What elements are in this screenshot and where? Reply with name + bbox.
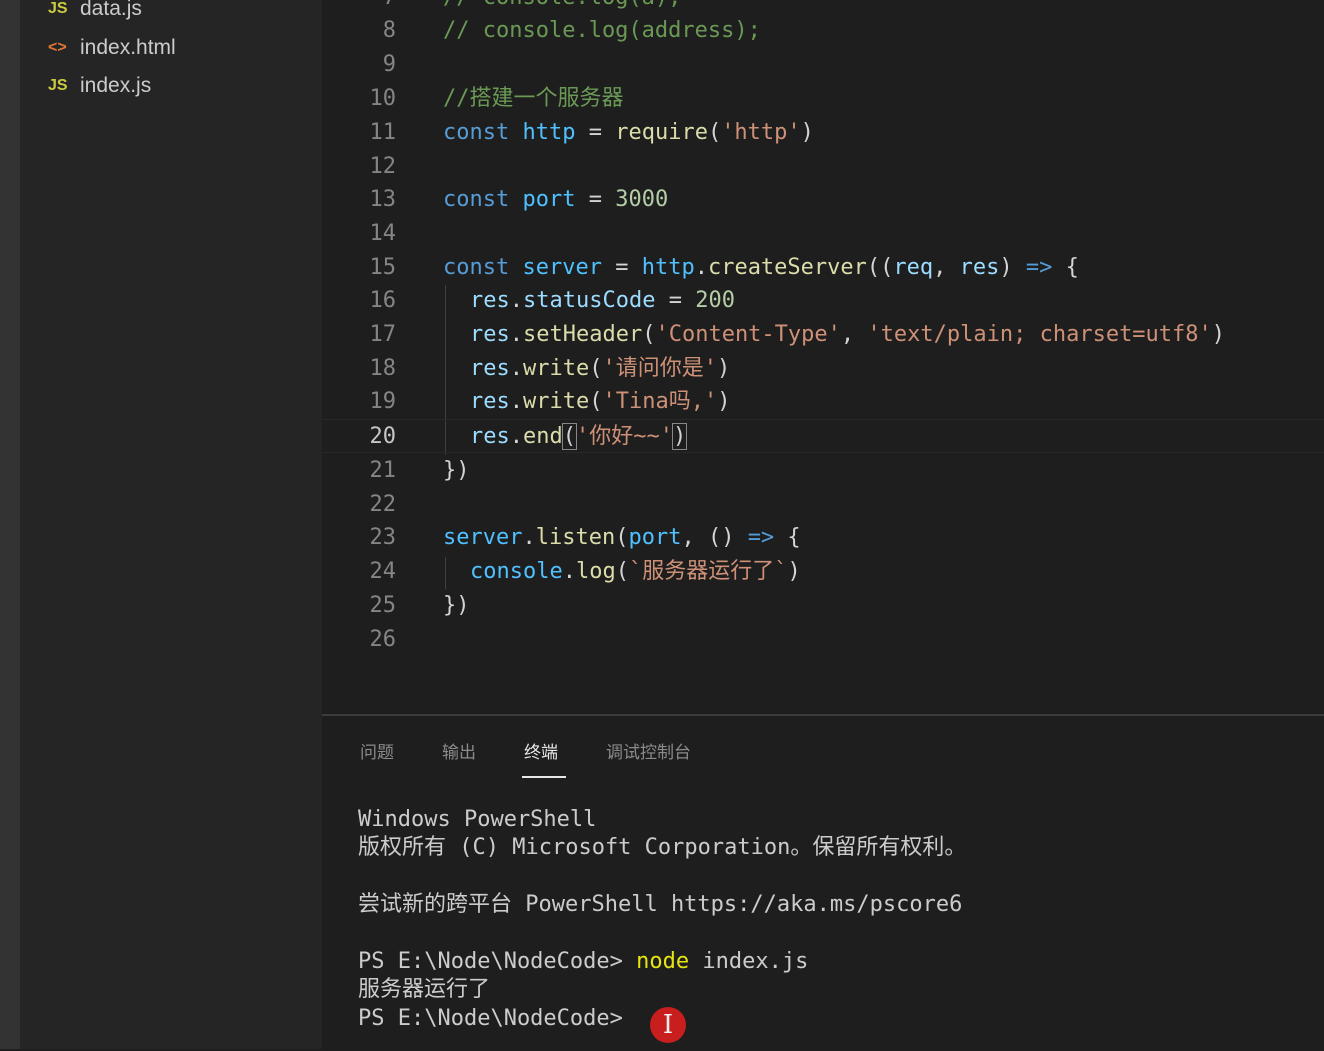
terminal-command-line: PS E:\Node\NodeCode> node index.js (358, 948, 808, 976)
code-text: res.write('请问你是') (470, 356, 731, 381)
activity-bar (0, 0, 20, 1049)
code-line: 25 }) (322, 589, 1324, 623)
line-number: 9 (382, 52, 396, 77)
tab-terminal[interactable]: 终端 (524, 738, 558, 763)
code-text: const http = require('http') (443, 120, 814, 145)
code-line: 12 (322, 150, 1324, 184)
code-line: 11 const http = require('http') (322, 116, 1324, 150)
terminal-line: 版权所有 (C) Microsoft Corporation。保留所有权利。 (358, 835, 967, 860)
terminal-command: node (636, 949, 690, 974)
terminal-argument: index.js (689, 949, 809, 974)
line-number: 21 (369, 458, 397, 483)
code-text: }) (443, 458, 470, 483)
tab-debug-console[interactable]: 调试控制台 (606, 738, 691, 763)
file-label: index.js (80, 74, 152, 97)
code-line: 13 const port = 3000 (322, 183, 1324, 217)
html-file-icon: <> (48, 39, 67, 56)
code-line: 23 server.listen(port, () => { (322, 521, 1324, 555)
line-number: 23 (369, 525, 397, 550)
code-text: //搭建一个服务器 (443, 86, 624, 111)
code-text: server.listen(port, () => { (443, 525, 801, 550)
code-line: 26 (322, 623, 1324, 657)
code-editor[interactable]: 7 // console.log(a); 8 // console.log(ad… (322, 0, 1324, 714)
active-tab-indicator (522, 776, 566, 778)
code-line: 22 (322, 488, 1324, 522)
terminal-line: Windows PowerShell (358, 807, 597, 832)
line-number: 18 (369, 356, 397, 381)
line-number: 11 (369, 120, 397, 145)
line-number: 17 (369, 322, 397, 347)
line-number: 15 (369, 255, 397, 280)
line-number: 12 (369, 154, 397, 179)
file-item-index-js[interactable]: JS index.js (48, 71, 151, 101)
code-text: res.statusCode = 200 (470, 288, 735, 313)
code-text: }) (443, 593, 470, 618)
code-text: res.end('你好~~') (470, 423, 688, 450)
code-line: 15 const server = http.createServer((req… (322, 251, 1324, 285)
javascript-file-icon: JS (48, 0, 68, 17)
line-number: 14 (369, 221, 397, 246)
terminal-prompt: PS E:\Node\NodeCode> (358, 949, 637, 974)
line-number: 22 (369, 492, 397, 517)
file-item-data-js[interactable]: JS data.js (48, 0, 142, 24)
code-line-current: 20 res.end('你好~~') (322, 419, 1324, 453)
terminal-line: 尝试新的跨平台 PowerShell https://aka.ms/pscore… (358, 892, 963, 917)
terminal-line: 服务器运行了 (358, 977, 491, 1002)
line-number: 19 (369, 389, 397, 414)
line-number: 26 (369, 627, 397, 652)
tab-output[interactable]: 输出 (442, 738, 476, 763)
code-text: const server = http.createServer((req, r… (443, 255, 1079, 280)
file-item-index-html[interactable]: <> index.html (48, 33, 176, 63)
line-number: 25 (369, 593, 397, 618)
code-line: 16 res.statusCode = 200 (322, 284, 1324, 318)
line-number: 24 (369, 559, 397, 584)
code-line: 19 res.write('Tina吗,') (322, 385, 1324, 419)
file-label: data.js (80, 0, 142, 20)
line-number: 16 (369, 288, 397, 313)
code-line: 17 res.setHeader('Content-Type', 'text/p… (322, 318, 1324, 352)
file-label: index.html (80, 36, 176, 59)
code-line: 14 (322, 217, 1324, 251)
code-line: 10 //搭建一个服务器 (322, 82, 1324, 116)
code-line: 21 }) (322, 454, 1324, 488)
line-number: 20 (369, 424, 397, 449)
line-number: 13 (369, 187, 397, 212)
code-text: // console.log(address); (443, 18, 761, 43)
text-cursor-icon: I (662, 1010, 674, 1040)
code-line: 18 res.write('请问你是') (322, 352, 1324, 386)
code-text: res.write('Tina吗,') (470, 389, 731, 414)
explorer-sidebar: JS data.js <> index.html JS index.js (20, 0, 322, 1049)
line-number: 7 (322, 0, 396, 15)
code-text: // console.log(a); (443, 0, 681, 15)
code-text: const port = 3000 (443, 187, 669, 212)
terminal-prompt-line[interactable]: PS E:\Node\NodeCode> (358, 1005, 623, 1033)
code-line: 7 // console.log(a); (322, 0, 1324, 15)
line-number: 10 (369, 86, 397, 111)
tab-problems[interactable]: 问题 (360, 738, 394, 763)
code-text: res.setHeader('Content-Type', 'text/plai… (470, 322, 1226, 347)
code-text: console.log(`服务器运行了`) (470, 559, 801, 584)
code-line: 9 (322, 48, 1324, 82)
bottom-panel: 问题 输出 终端 调试控制台 Windows PowerShell 版权所有 (… (322, 714, 1324, 1051)
javascript-file-icon: JS (48, 77, 68, 94)
code-line: 24 console.log(`服务器运行了`) (322, 555, 1324, 589)
line-number: 8 (382, 18, 396, 43)
code-line: 8 // console.log(address); (322, 14, 1324, 48)
